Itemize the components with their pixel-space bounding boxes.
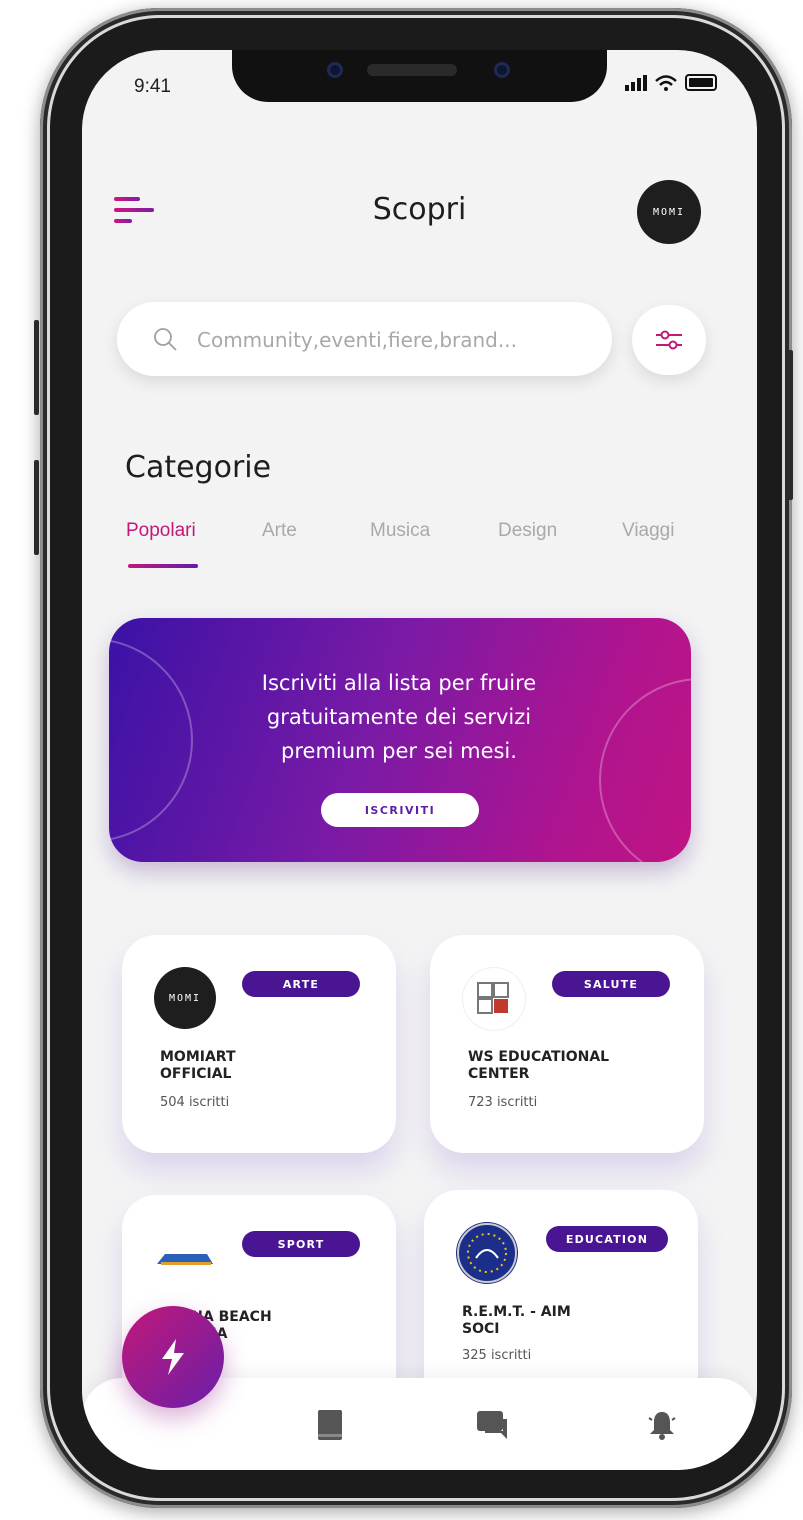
filter-button[interactable] <box>632 305 706 375</box>
banner-text: Iscriviti alla lista per fruire gratuita… <box>199 666 599 768</box>
active-tab-indicator <box>128 564 198 568</box>
banner-decoration <box>599 678 691 862</box>
card-title-line: WS EDUCATIONAL <box>468 1049 610 1065</box>
section-title-categorie: Categorie <box>125 450 272 485</box>
community-card-remt[interactable]: EDUCATION R.E.M.T. - AIM SOCI 325 iscrit… <box>424 1190 698 1408</box>
category-badge: ARTE <box>242 971 360 997</box>
search-input[interactable] <box>195 322 599 358</box>
subscriber-count: 325 iscritti <box>462 1348 532 1363</box>
arena-beach-logo-icon <box>157 1254 213 1265</box>
signal-icon <box>625 74 647 91</box>
community-card-momiart[interactable]: MOMI ARTE MOMIART OFFICIAL 504 iscritti <box>122 935 396 1153</box>
iscriviti-button[interactable]: ISCRIVITI <box>321 793 479 827</box>
lightning-icon <box>162 1339 184 1375</box>
subscriber-count: 504 iscritti <box>160 1095 230 1110</box>
battery-icon <box>685 74 717 91</box>
card-title-line: CENTER <box>468 1066 530 1082</box>
card-title-line: R.E.M.T. - AIM <box>462 1304 571 1320</box>
status-icons <box>625 74 717 91</box>
sensor-icon <box>494 62 510 78</box>
tab-arte[interactable]: Arte <box>262 520 297 542</box>
bell-icon <box>648 1412 676 1440</box>
nav-chat[interactable] <box>472 1405 512 1445</box>
banner-decoration <box>109 638 193 842</box>
avatar[interactable]: MOMI <box>637 180 701 244</box>
nav-notifications[interactable] <box>642 1405 682 1445</box>
card-title: R.E.M.T. - AIM SOCI <box>462 1304 672 1338</box>
chat-icon <box>477 1411 507 1439</box>
card-logo <box>456 1222 518 1284</box>
status-time: 9:41 <box>134 76 171 97</box>
card-title-line: OFFICIAL <box>160 1066 232 1082</box>
filter-icon <box>656 330 682 350</box>
tab-design[interactable]: Design <box>498 520 557 542</box>
notch <box>232 50 607 102</box>
remt-logo-icon <box>457 1223 517 1283</box>
phone-screen: 9:41 Scopri MOMI Categorie Popolari Arte… <box>82 50 757 1470</box>
tab-musica[interactable]: Musica <box>370 520 430 542</box>
category-tabs: Popolari Arte Musica Design Viaggi <box>126 520 726 580</box>
community-card-ws-educational[interactable]: SALUTE WS EDUCATIONAL CENTER 723 iscritt… <box>430 935 704 1153</box>
card-title: MOMIART OFFICIAL <box>160 1049 370 1083</box>
card-title-line: MOMIART <box>160 1049 236 1065</box>
wifi-icon <box>655 74 677 91</box>
tab-viaggi[interactable]: Viaggi <box>622 520 674 542</box>
promo-banner: Iscriviti alla lista per fruire gratuita… <box>109 618 691 862</box>
banner-line: premium per sei mesi. <box>281 739 517 763</box>
subscriber-count: 723 iscritti <box>468 1095 538 1110</box>
card-logo <box>462 967 526 1031</box>
tab-popolari[interactable]: Popolari <box>126 520 196 542</box>
volume-up-button <box>34 320 39 415</box>
banner-line: gratuitamente dei servizi <box>266 705 532 729</box>
book-icon <box>318 1410 342 1440</box>
category-badge: SALUTE <box>552 971 670 997</box>
ws-logo-icon <box>477 982 509 1014</box>
card-logo: MOMI <box>154 967 216 1029</box>
category-badge: SPORT <box>242 1231 360 1257</box>
card-title-line: SOCI <box>462 1321 500 1337</box>
category-badge: EDUCATION <box>546 1226 668 1252</box>
quick-action-button[interactable] <box>122 1306 224 1408</box>
search-bar[interactable] <box>117 302 612 376</box>
volume-down-button <box>34 460 39 555</box>
card-title: WS EDUCATIONAL CENTER <box>468 1049 678 1083</box>
camera-icon <box>327 62 343 78</box>
speaker <box>367 64 457 76</box>
power-button <box>788 350 793 500</box>
banner-line: Iscriviti alla lista per fruire <box>261 671 537 695</box>
card-logo <box>154 1227 216 1289</box>
search-icon <box>154 328 177 351</box>
nav-book[interactable] <box>310 1405 350 1445</box>
